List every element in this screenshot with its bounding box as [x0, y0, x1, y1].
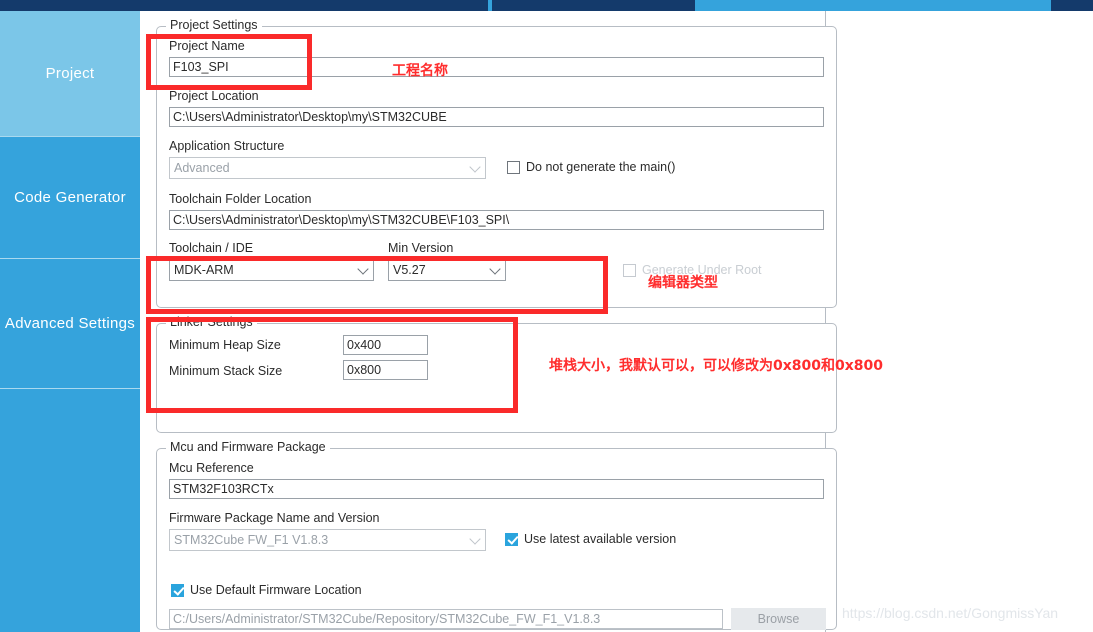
use-default-firmware-location-label: Use Default Firmware Location: [190, 583, 362, 597]
application-structure-select[interactable]: Advanced: [169, 157, 486, 179]
project-location-label: Project Location: [169, 89, 259, 103]
project-location-input[interactable]: C:\Users\Administrator\Desktop\my\STM32C…: [169, 107, 824, 127]
watermark-text: https://blog.csdn.net/GongmissYan: [842, 605, 1059, 621]
use-default-firmware-location-checkbox[interactable]: Use Default Firmware Location: [171, 583, 362, 597]
firmware-package-label: Firmware Package Name and Version: [169, 511, 380, 525]
project-name-input[interactable]: F103_SPI: [169, 57, 824, 77]
toolchain-folder-label: Toolchain Folder Location: [169, 192, 312, 206]
top-bar-segment-middle: [492, 0, 695, 11]
chevron-down-icon: [469, 161, 481, 173]
annotation-text-project-name: 工程名称: [392, 63, 448, 79]
chevron-down-icon: [469, 533, 481, 545]
checkbox-box: [507, 160, 520, 174]
linker-settings-group: Linker Settings Minimum Heap Size 0x400 …: [156, 315, 837, 433]
main-content: Project Settings Project Name F103_SPI P…: [140, 11, 1093, 632]
toolchain-folder-input[interactable]: C:\Users\Administrator\Desktop\my\STM32C…: [169, 210, 824, 230]
top-bar-segment-left: [0, 0, 488, 11]
minimum-stack-size-input[interactable]: 0x800: [343, 360, 428, 380]
checkbox-box: [623, 263, 636, 277]
firmware-package-value: STM32Cube FW_F1 V1.8.3: [174, 533, 329, 547]
firmware-package-select[interactable]: STM32Cube FW_F1 V1.8.3: [169, 529, 486, 551]
toolchain-ide-label: Toolchain / IDE: [169, 241, 254, 255]
sidebar-item-empty[interactable]: [0, 389, 140, 632]
mcu-reference-input[interactable]: STM32F103RCTx: [169, 479, 824, 499]
checkbox-box: [505, 532, 518, 546]
do-not-generate-main-checkbox[interactable]: Do not generate the main(): [507, 160, 675, 174]
minimum-heap-size-label: Minimum Heap Size: [169, 338, 281, 352]
checkbox-box: [171, 583, 184, 597]
top-bar-segment-right: [1051, 0, 1093, 11]
minimum-stack-size-label: Minimum Stack Size: [169, 364, 283, 378]
sidebar-item-project[interactable]: Project: [0, 11, 140, 137]
sidebar-item-code-generator[interactable]: Code Generator: [0, 137, 140, 259]
browse-button[interactable]: Browse: [731, 608, 826, 630]
min-version-value: V5.27: [393, 263, 426, 277]
sidebar-item-label: Project: [45, 65, 95, 82]
firmware-location-input[interactable]: C:/Users/Administrator/STM32Cube/Reposit…: [169, 609, 723, 629]
project-settings-legend: Project Settings: [166, 18, 262, 32]
stm32cubemx-project-manager-window: Project Code Generator Advanced Settings…: [0, 0, 1093, 632]
mcu-firmware-legend: Mcu and Firmware Package: [166, 440, 330, 454]
sidebar: Project Code Generator Advanced Settings: [0, 11, 140, 632]
annotation-text-editor-type: 编辑器类型: [648, 275, 718, 291]
minimum-heap-size-input[interactable]: 0x400: [343, 335, 428, 355]
chevron-down-icon: [357, 263, 369, 275]
sidebar-item-label: Code Generator: [14, 189, 126, 206]
toolchain-ide-select[interactable]: MDK-ARM: [169, 259, 374, 281]
project-settings-group: Project Settings Project Name F103_SPI P…: [156, 18, 837, 308]
window-top-bar: [0, 0, 1093, 11]
min-version-label: Min Version: [388, 241, 454, 255]
project-name-label: Project Name: [169, 39, 245, 53]
toolchain-ide-value: MDK-ARM: [174, 263, 234, 277]
application-structure-label: Application Structure: [169, 139, 285, 153]
linker-settings-legend: Linker Settings: [166, 315, 257, 329]
do-not-generate-main-label: Do not generate the main(): [526, 160, 676, 174]
sidebar-item-advanced-settings[interactable]: Advanced Settings: [0, 259, 140, 389]
chevron-down-icon: [489, 263, 501, 275]
mcu-reference-label: Mcu Reference: [169, 461, 254, 475]
min-version-select[interactable]: V5.27: [388, 259, 506, 281]
use-latest-version-checkbox[interactable]: Use latest available version: [505, 532, 676, 546]
sidebar-item-label: Advanced Settings: [4, 315, 136, 332]
mcu-firmware-package-group: Mcu and Firmware Package Mcu Reference S…: [156, 440, 837, 630]
use-latest-version-label: Use latest available version: [524, 532, 677, 546]
annotation-text-heap-stack: 堆栈大小，我默认可以，可以修改为0x800和0x800: [549, 358, 883, 374]
application-structure-value: Advanced: [174, 161, 230, 175]
